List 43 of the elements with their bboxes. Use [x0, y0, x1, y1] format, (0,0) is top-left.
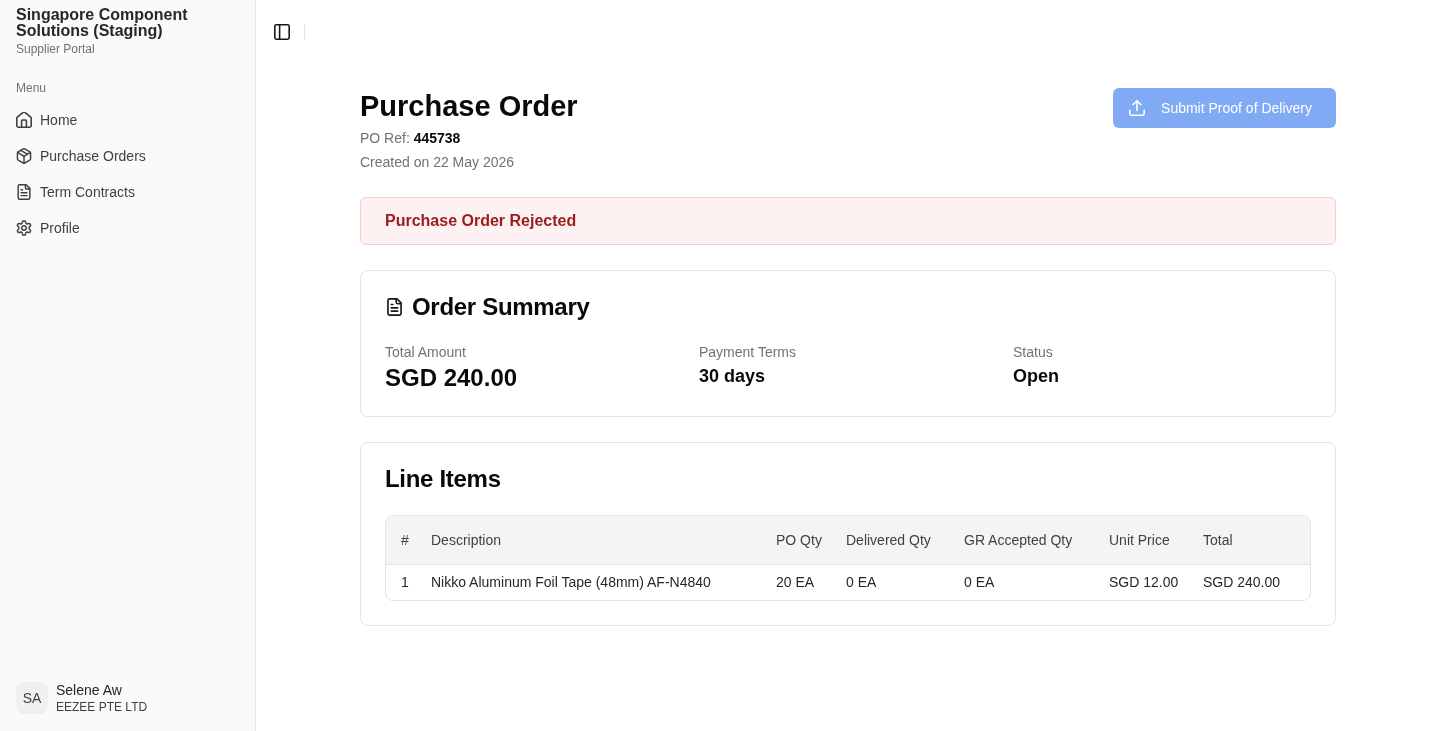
gear-icon — [16, 220, 32, 236]
app-subtitle: Supplier Portal — [16, 41, 96, 57]
card-title: Order Summary — [412, 292, 590, 322]
column-header: # — [386, 516, 421, 564]
table-cell: 0 EA — [954, 564, 1099, 600]
table-cell: SGD 12.00 — [1099, 564, 1193, 600]
column-header: GR Accepted Qty — [954, 516, 1099, 564]
nav-item[interactable]: Purchase Orders — [8, 140, 247, 172]
nav-item[interactable]: Home — [8, 104, 247, 136]
nav-item[interactable]: Term Contracts — [8, 176, 247, 208]
user-company: EEZEE PTE LTD — [56, 699, 148, 715]
created-date: Created on 22 May 2026 — [360, 153, 516, 172]
user-avatar: SA — [16, 682, 48, 714]
table-cell: Nikko Aluminum Foil Tape (48mm) AF-N4840 — [421, 564, 766, 600]
user-name: Selene Aw — [56, 681, 123, 699]
column-header: Delivered Qty — [836, 516, 954, 564]
table-cell: 20 EA — [766, 564, 836, 600]
po-reference: PO Ref: 445738 — [360, 129, 462, 148]
table-cell: SGD 240.00 — [1193, 564, 1310, 600]
field-label: Total Amount — [385, 343, 467, 362]
sidebar-icon — [274, 24, 290, 40]
column-header: Description — [421, 516, 766, 564]
column-header: Total — [1193, 516, 1310, 564]
house-icon — [16, 112, 32, 128]
card-title: Line Items — [385, 464, 501, 494]
menu-label: Menu — [15, 80, 48, 97]
document-icon — [16, 184, 32, 200]
status-alert: Purchase Order Rejected — [360, 197, 1336, 245]
app-title: Singapore Component Solutions (Staging) — [16, 7, 189, 39]
nav-item[interactable]: Profile — [8, 212, 247, 244]
column-header: PO Qty — [766, 516, 836, 564]
field-label: Payment Terms — [699, 343, 797, 362]
field-label: Status — [1013, 343, 1054, 362]
field-value: SGD 240.00 — [385, 363, 519, 393]
field-value: 30 days — [699, 365, 767, 388]
field-value: Open — [1013, 365, 1060, 388]
table-cell: 0 EA — [836, 564, 954, 600]
column-header: Unit Price — [1099, 516, 1193, 564]
document-icon — [387, 298, 402, 316]
box-icon — [16, 148, 32, 164]
table-cell: 1 — [386, 564, 421, 600]
page-title: Purchase Order — [360, 89, 578, 124]
upload-icon — [1129, 100, 1146, 116]
